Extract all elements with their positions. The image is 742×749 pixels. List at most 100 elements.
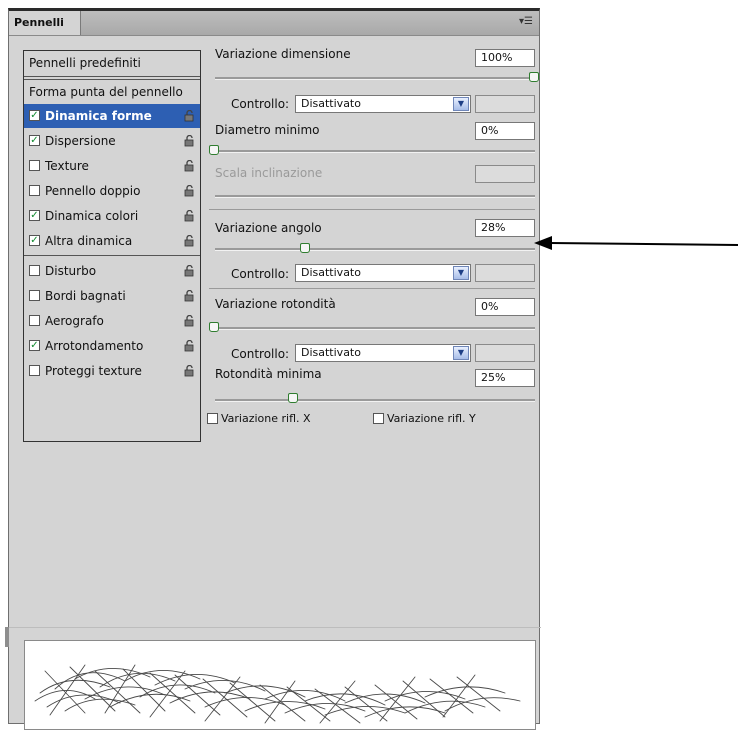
brush-stroke-preview: [24, 640, 536, 730]
size-jitter-label: Variazione dimensione: [215, 47, 351, 61]
roundness-jitter-slider[interactable]: [215, 327, 535, 330]
size-control-extra-field: [475, 95, 535, 113]
list-item-label: Disturbo: [45, 264, 97, 278]
flip-y-option[interactable]: Variazione rifl. Y: [373, 412, 476, 425]
min-roundness-value[interactable]: 25%: [475, 369, 535, 387]
lock-icon[interactable]: [184, 160, 195, 172]
list-item-bordi-bagnati[interactable]: Bordi bagnati: [24, 284, 200, 308]
list-divider: [24, 76, 200, 77]
preview-divider: [9, 627, 541, 628]
size-control-label: Controllo:: [231, 97, 290, 111]
roundness-control-select[interactable]: Disattivato ▼: [295, 344, 471, 362]
size-jitter-value[interactable]: 100%: [475, 49, 535, 67]
list-item-label: Proteggi texture: [45, 364, 142, 378]
select-value: Disattivato: [301, 97, 361, 110]
angle-jitter-value[interactable]: 28%: [475, 219, 535, 237]
lock-icon[interactable]: [184, 340, 195, 352]
list-item-label: Texture: [45, 159, 89, 173]
checkbox[interactable]: [29, 185, 40, 196]
list-item-label: Dinamica forme: [45, 109, 152, 123]
tilt-scale-label: Scala inclinazione: [215, 166, 323, 180]
angle-control-label: Controllo:: [231, 267, 290, 281]
size-jitter-slider[interactable]: [215, 77, 535, 80]
list-item-label: Bordi bagnati: [45, 289, 126, 303]
presets-item[interactable]: Pennelli predefiniti: [24, 51, 200, 75]
lock-icon[interactable]: [184, 235, 195, 247]
roundness-control-extra-field: [475, 344, 535, 362]
brush-stroke-image: [34, 664, 521, 724]
chevron-down-icon[interactable]: ▼: [453, 266, 469, 280]
roundness-jitter-label: Variazione rotondità: [215, 297, 336, 311]
list-divider: [24, 255, 200, 256]
angle-control-select[interactable]: Disattivato ▼: [295, 264, 471, 282]
min-diameter-label: Diametro minimo: [215, 123, 320, 137]
size-control-select[interactable]: Disattivato ▼: [295, 95, 471, 113]
list-item-proteggi-texture[interactable]: Proteggi texture: [24, 359, 200, 383]
checkbox[interactable]: ✓: [29, 235, 40, 246]
slider-thumb[interactable]: [529, 72, 539, 82]
checkbox[interactable]: ✓: [29, 210, 40, 221]
slider-thumb[interactable]: [209, 145, 219, 155]
list-item-dinamica-forme[interactable]: ✓ Dinamica forme: [24, 104, 200, 128]
lock-icon[interactable]: [184, 210, 195, 222]
list-item-label: Dinamica colori: [45, 209, 139, 223]
list-item-label: Aerografo: [45, 314, 104, 328]
roundness-control-label: Controllo:: [231, 347, 290, 361]
lock-icon[interactable]: [184, 290, 195, 302]
min-diameter-value[interactable]: 0%: [475, 122, 535, 140]
roundness-jitter-value[interactable]: 0%: [475, 298, 535, 316]
lock-icon[interactable]: [184, 265, 195, 277]
list-item-disturbo[interactable]: Disturbo: [24, 259, 200, 283]
checkbox[interactable]: ✓: [29, 135, 40, 146]
list-item-pennello-doppio[interactable]: Pennello doppio: [24, 179, 200, 203]
flip-y-label: Variazione rifl. Y: [387, 412, 476, 425]
list-item-dispersione[interactable]: ✓ Dispersione: [24, 129, 200, 153]
angle-jitter-slider[interactable]: [215, 248, 535, 251]
min-roundness-label: Rotondità minima: [215, 367, 322, 381]
slider-thumb[interactable]: [209, 322, 219, 332]
lock-icon[interactable]: [184, 185, 195, 197]
resize-grip-icon[interactable]: [5, 627, 9, 647]
slider-thumb[interactable]: [288, 393, 298, 403]
tilt-scale-slider: [215, 195, 535, 198]
checkbox[interactable]: [29, 290, 40, 301]
list-item-texture[interactable]: Texture: [24, 154, 200, 178]
panel-tab-bar: Pennelli ▾☰: [9, 11, 539, 36]
lock-icon[interactable]: [184, 110, 195, 122]
checkbox[interactable]: [207, 413, 218, 424]
list-item-label: Pennello doppio: [45, 184, 141, 198]
select-value: Disattivato: [301, 346, 361, 359]
chevron-down-icon[interactable]: ▼: [453, 97, 469, 111]
flip-x-option[interactable]: Variazione rifl. X: [207, 412, 311, 425]
checkbox[interactable]: [29, 160, 40, 171]
checkbox[interactable]: [29, 265, 40, 276]
min-diameter-slider[interactable]: [215, 150, 535, 153]
checkbox[interactable]: ✓: [29, 110, 40, 121]
lock-icon[interactable]: [184, 315, 195, 327]
checkbox[interactable]: [29, 315, 40, 326]
chevron-down-icon[interactable]: ▼: [453, 346, 469, 360]
tip-shape-item[interactable]: Forma punta del pennello: [24, 80, 200, 104]
flip-x-label: Variazione rifl. X: [221, 412, 311, 425]
annotation-arrow-icon: [534, 236, 739, 250]
list-item-altra-dinamica[interactable]: ✓ Altra dinamica: [24, 229, 200, 253]
lock-icon[interactable]: [184, 135, 195, 147]
list-item-aerografo[interactable]: Aerografo: [24, 309, 200, 333]
tab-pennelli[interactable]: Pennelli: [9, 11, 81, 35]
tilt-scale-value: [475, 165, 535, 183]
angle-jitter-label: Variazione angolo: [215, 221, 322, 235]
checkbox[interactable]: ✓: [29, 340, 40, 351]
lock-icon[interactable]: [184, 365, 195, 377]
slider-thumb[interactable]: [300, 243, 310, 253]
checkbox[interactable]: [29, 365, 40, 376]
min-roundness-slider[interactable]: [215, 399, 535, 402]
angle-control-extra-field: [475, 264, 535, 282]
list-item-arrotondamento[interactable]: ✓ Arrotondamento: [24, 334, 200, 358]
list-item-label: Arrotondamento: [45, 339, 144, 353]
panel-menu-icon[interactable]: ▾☰: [517, 13, 535, 31]
section-divider: [209, 209, 535, 210]
list-item-dinamica-colori[interactable]: ✓ Dinamica colori: [24, 204, 200, 228]
select-value: Disattivato: [301, 266, 361, 279]
list-item-label: Altra dinamica: [45, 234, 133, 248]
checkbox[interactable]: [373, 413, 384, 424]
